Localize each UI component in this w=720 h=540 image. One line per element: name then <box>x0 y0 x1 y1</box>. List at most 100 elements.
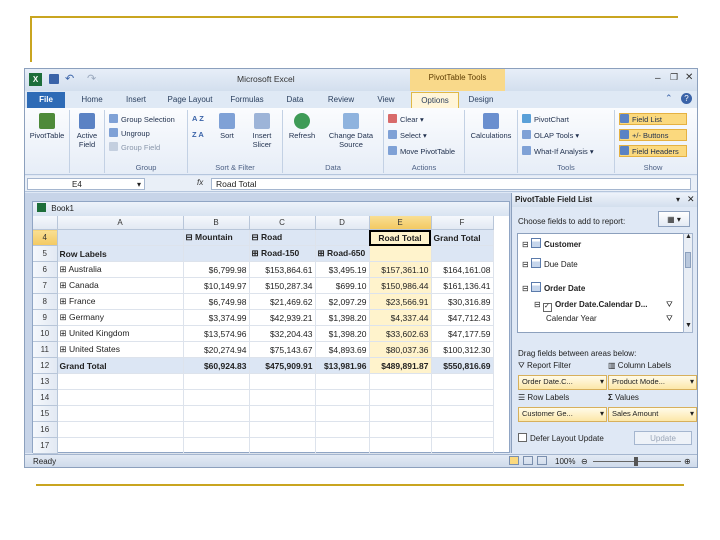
scroll-up-icon[interactable]: ▲ <box>685 233 692 240</box>
cell-a5[interactable]: Row Labels <box>57 245 184 262</box>
help-icon[interactable]: ? <box>681 93 692 104</box>
cell-f17[interactable] <box>431 437 494 454</box>
cell-a16[interactable] <box>57 421 184 438</box>
cell-f15[interactable] <box>431 405 494 422</box>
zoom-level[interactable]: 100% <box>555 455 575 467</box>
cell-a14[interactable] <box>57 389 184 406</box>
cell-b12[interactable]: $60,924.83 <box>183 357 250 374</box>
cell-c13[interactable] <box>249 373 316 390</box>
tab-review[interactable]: Review <box>321 92 361 108</box>
undo-icon[interactable]: ↶ <box>65 72 74 85</box>
cell-d16[interactable] <box>315 421 370 438</box>
field-item[interactable]: ⊟ Due Date <box>522 258 578 269</box>
field-item[interactable]: ⊟ Customer <box>522 238 581 249</box>
cell-f11[interactable]: $100,312.30 <box>431 341 494 358</box>
cell-e10[interactable]: $33,602.63 <box>369 325 432 342</box>
values-chip[interactable]: Sales Amount <box>608 407 697 422</box>
cell-e14[interactable] <box>369 389 432 406</box>
cell-b5[interactable] <box>183 245 250 262</box>
cell-b14[interactable] <box>183 389 250 406</box>
cell-f14[interactable] <box>431 389 494 406</box>
cell-c14[interactable] <box>249 389 316 406</box>
cell-e12[interactable]: $489,891.87 <box>369 357 432 374</box>
cell-a11[interactable]: ⊞ United States <box>57 341 184 358</box>
column-header-f[interactable]: F <box>431 216 494 230</box>
cell-a13[interactable] <box>57 373 184 390</box>
active-field-button[interactable]: Active Field <box>71 113 103 149</box>
cell-d9[interactable]: $1,398.20 <box>315 309 370 326</box>
refresh-button[interactable]: Refresh <box>285 113 319 140</box>
formula-input[interactable]: Road Total <box>211 178 691 190</box>
cell-a4[interactable] <box>57 229 184 246</box>
tab-formulas[interactable]: Formulas <box>225 92 269 108</box>
field-item[interactable]: Calendar Year ⛛ <box>546 314 673 323</box>
cell-c12[interactable]: $475,909.91 <box>249 357 316 374</box>
tab-file[interactable]: File <box>27 92 65 108</box>
move-pivottable-button[interactable]: Move PivotTable <box>388 146 455 156</box>
cell-c9[interactable]: $42,939.21 <box>249 309 316 326</box>
page-layout-view-icon[interactable] <box>523 456 533 465</box>
cell-e6[interactable]: $157,361.10 <box>369 261 432 278</box>
clear-button[interactable]: Clear ▾ <box>388 114 424 124</box>
cell-f5[interactable] <box>431 245 494 262</box>
scroll-thumb[interactable] <box>685 252 691 268</box>
cell-f7[interactable]: $161,136.41 <box>431 277 494 294</box>
row-header[interactable]: 12 <box>33 357 58 374</box>
row-labels-chip[interactable]: Customer Ge... <box>518 407 607 422</box>
cell-e16[interactable] <box>369 421 432 438</box>
tab-insert[interactable]: Insert <box>117 92 155 108</box>
sort-button[interactable]: Sort <box>212 113 242 140</box>
group-field-button[interactable]: Group Field <box>109 142 160 152</box>
tab-options[interactable]: Options <box>411 92 459 109</box>
ungroup-button[interactable]: Ungroup <box>109 128 150 138</box>
row-header[interactable]: 5 <box>33 245 58 262</box>
cell-d5[interactable]: ⊞ Road-650 <box>315 245 370 262</box>
tab-home[interactable]: Home <box>73 92 111 108</box>
column-header-a[interactable]: A <box>57 216 184 230</box>
cell-f8[interactable]: $30,316.89 <box>431 293 494 310</box>
update-button[interactable]: Update <box>634 431 692 445</box>
cell-d4[interactable] <box>315 229 370 246</box>
olap-tools-button[interactable]: OLAP Tools ▾ <box>522 130 579 140</box>
cell-b8[interactable]: $6,749.98 <box>183 293 250 310</box>
tab-data[interactable]: Data <box>279 92 311 108</box>
save-icon[interactable] <box>49 74 59 84</box>
sort-az-button[interactable]: A Z <box>192 114 204 123</box>
field-list-toggle[interactable]: Field List <box>619 113 687 125</box>
cell-b10[interactable]: $13,574.96 <box>183 325 250 342</box>
cell-e15[interactable] <box>369 405 432 422</box>
cell-b15[interactable] <box>183 405 250 422</box>
report-filter-chip[interactable]: Order Date.C... <box>518 375 607 390</box>
cell-f4[interactable]: Grand Total <box>431 229 494 246</box>
cell-b17[interactable] <box>183 437 250 454</box>
name-box[interactable]: E4 ▾ <box>27 178 145 190</box>
field-list-close-icon[interactable]: ✕ <box>687 194 695 205</box>
cell-a9[interactable]: ⊞ Germany <box>57 309 184 326</box>
row-header[interactable]: 9 <box>33 309 58 326</box>
select-button[interactable]: Select ▾ <box>388 130 427 140</box>
cell-a17[interactable] <box>57 437 184 454</box>
collapse-ribbon-icon[interactable]: ⌃ <box>665 93 673 104</box>
row-header[interactable]: 17 <box>33 437 58 454</box>
tab-design[interactable]: Design <box>461 92 501 108</box>
row-header[interactable]: 4 <box>33 229 58 246</box>
page-break-view-icon[interactable] <box>537 456 547 465</box>
select-all-corner[interactable] <box>33 216 58 230</box>
fx-icon[interactable]: fx <box>197 178 203 187</box>
cell-a8[interactable]: ⊞ France <box>57 293 184 310</box>
cell-d8[interactable]: $2,097.29 <box>315 293 370 310</box>
tab-view[interactable]: View <box>369 92 403 108</box>
field-item[interactable]: ⊟ ✓ Order Date.Calendar D... ⛛ <box>534 300 673 312</box>
column-header-e[interactable]: E <box>369 216 432 230</box>
field-list-dropdown-icon[interactable]: ▾ <box>676 195 680 204</box>
zoom-out-icon[interactable]: ⊖ <box>581 455 588 467</box>
row-header[interactable]: 8 <box>33 293 58 310</box>
cell-d13[interactable] <box>315 373 370 390</box>
cell-e8[interactable]: $23,566.91 <box>369 293 432 310</box>
minimize-icon[interactable]: – <box>655 73 661 84</box>
cell-f13[interactable] <box>431 373 494 390</box>
cell-c8[interactable]: $21,469.62 <box>249 293 316 310</box>
checkbox-checked-icon[interactable]: ✓ <box>542 303 552 312</box>
normal-view-icon[interactable] <box>509 456 519 465</box>
cell-f6[interactable]: $164,161.08 <box>431 261 494 278</box>
